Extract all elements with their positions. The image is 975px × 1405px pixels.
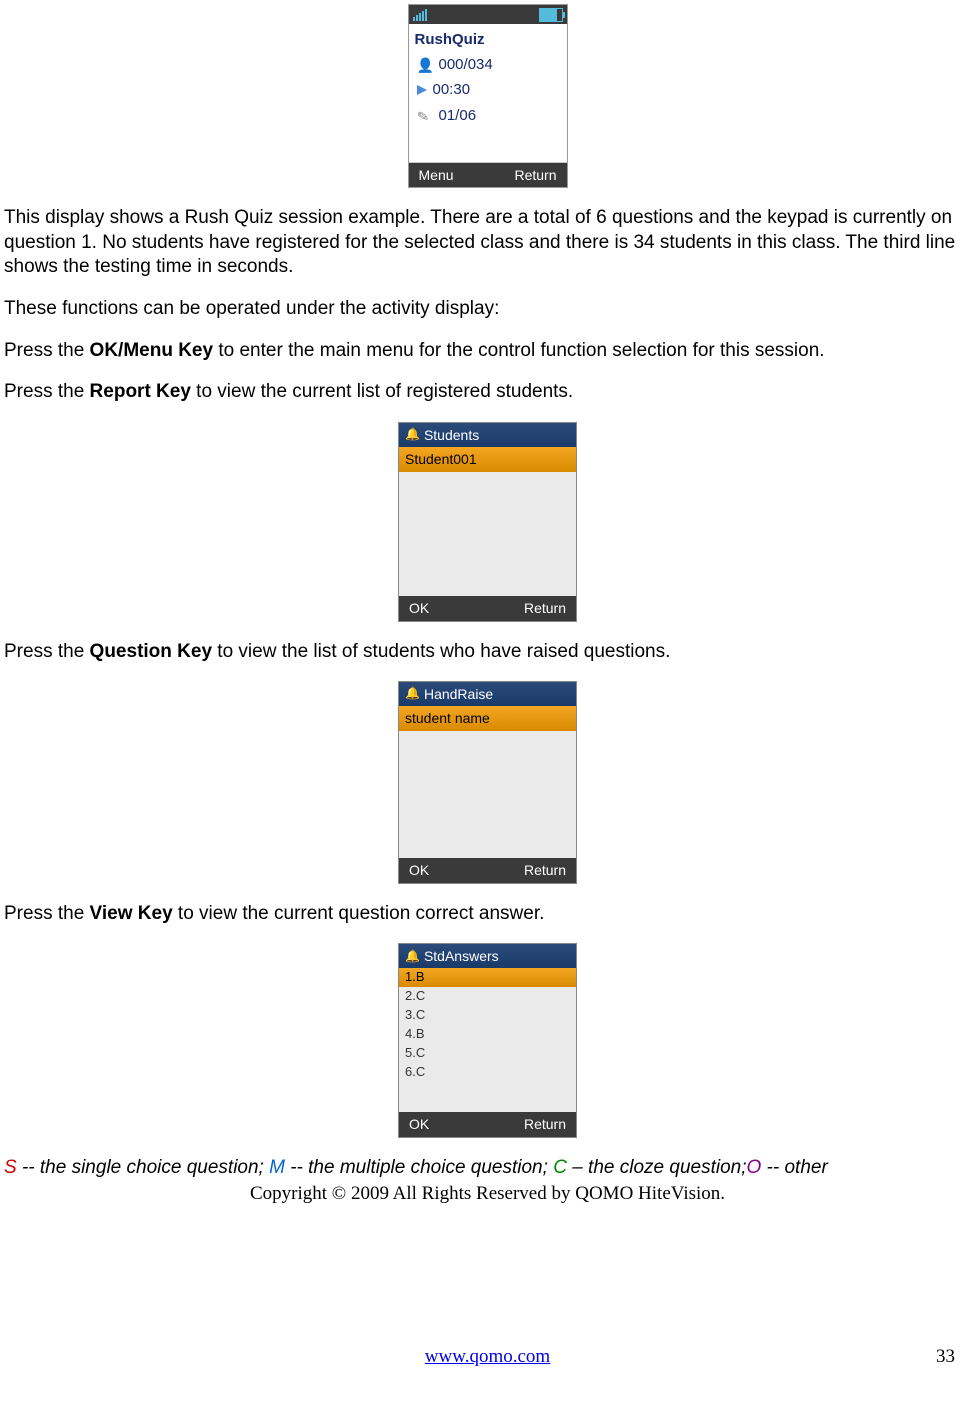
bell-icon: 🔔 [405, 427, 420, 443]
student-row: Student001 [399, 447, 576, 471]
rushquiz-screenshot: RushQuiz 👤 000/034 00:30 ✎ 01/06 Menu Retu… [408, 4, 568, 188]
app-title: RushQuiz [415, 28, 561, 52]
okmenu-instruction: Press the OK/Menu Key to enter the main … [4, 339, 971, 364]
time-value: 00:30 [433, 80, 471, 100]
phone-body: RushQuiz 👤 000/034 00:30 ✎ 01/06 [409, 24, 567, 163]
url-link[interactable]: www.qomo.com [425, 1346, 550, 1367]
answer-2: 2.C [399, 987, 576, 1006]
bell-icon: 🔔 [405, 686, 420, 702]
legend-o: O [747, 1157, 762, 1178]
handraise-header: 🔔HandRaise [399, 682, 576, 706]
bell-icon: 🔔 [405, 949, 420, 965]
person-icon: 👤 [417, 56, 433, 72]
legend-line: S -- the single choice question; M -- th… [4, 1156, 971, 1181]
ok-button: OK [409, 861, 429, 879]
time-row: 00:30 [415, 77, 561, 103]
answer-1: 1.B [399, 968, 576, 987]
ok-button: OK [409, 599, 429, 617]
question-instruction: Press the Question Key to view the list … [4, 640, 971, 665]
phone-status-bar [409, 5, 567, 24]
report-instruction: Press the Report Key to view the current… [4, 380, 971, 405]
report-key-label: Report Key [90, 381, 191, 402]
students-count: 000/034 [439, 55, 493, 75]
answer-3: 3.C [399, 1006, 576, 1025]
legend-c: C [553, 1157, 567, 1178]
legend-s: S [4, 1157, 17, 1178]
play-icon [417, 85, 427, 95]
students-header: 🔔Students [399, 423, 576, 447]
question-value: 01/06 [439, 106, 477, 126]
handraise-screenshot: 🔔HandRaise student name OK Return [398, 681, 577, 883]
answers-body: 1.B 2.C 3.C 4.B 5.C 6.C [399, 968, 576, 1111]
return-button: Return [514, 166, 556, 184]
studentname-row: student name [399, 706, 576, 730]
battery-icon [539, 8, 563, 22]
answer-6: 6.C [399, 1063, 576, 1082]
pencil-icon: ✎ [415, 106, 434, 125]
description-para-2: These functions can be operated under th… [4, 297, 971, 322]
return-button: Return [524, 1115, 566, 1133]
copyright: Copyright © 2009 All Rights Reserved by … [4, 1182, 971, 1207]
answer-5: 5.C [399, 1044, 576, 1063]
menu-button: Menu [419, 166, 454, 184]
view-key-label: View Key [90, 903, 173, 924]
description-para-1: This display shows a Rush Quiz session e… [4, 206, 971, 280]
handraise-footer: OK Return [399, 858, 576, 883]
legend-m: M [269, 1157, 285, 1178]
stdanswers-footer: OK Return [399, 1112, 576, 1137]
answer-4: 4.B [399, 1025, 576, 1044]
students-footer: OK Return [399, 596, 576, 621]
question-row: ✎ 01/06 [415, 103, 561, 129]
signal-icon [413, 9, 427, 21]
stdanswers-screenshot: 🔔StdAnswers 1.B 2.C 3.C 4.B 5.C 6.C OK R… [398, 943, 577, 1138]
students-screenshot: 🔔Students Student001 OK Return [398, 422, 577, 621]
return-button: Return [524, 599, 566, 617]
students-row: 👤 000/034 [415, 52, 561, 78]
return-button: Return [524, 861, 566, 879]
students-body [399, 472, 576, 596]
view-instruction: Press the View Key to view the current q… [4, 902, 971, 927]
stdanswers-header: 🔔StdAnswers [399, 944, 576, 968]
page-footer: www.qomo.com [0, 1345, 975, 1370]
phone-footer: Menu Return [409, 163, 567, 187]
ok-button: OK [409, 1115, 429, 1133]
page-number: 33 [936, 1345, 955, 1370]
question-key-label: Question Key [90, 641, 212, 662]
handraise-body [399, 731, 576, 858]
okmenu-key-label: OK/Menu Key [90, 340, 214, 361]
